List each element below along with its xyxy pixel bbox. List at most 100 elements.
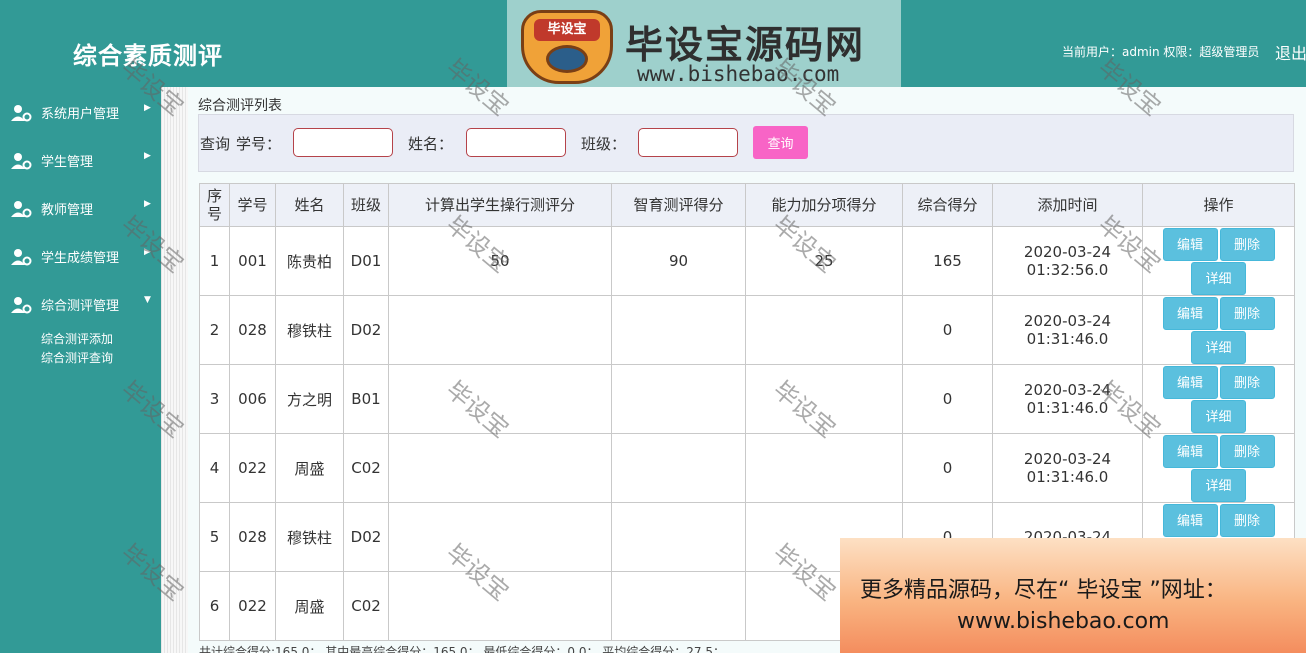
- cell-no: 5: [199, 502, 230, 572]
- cell-student-id: 028: [229, 295, 276, 365]
- app-title: 综合素质测评: [73, 41, 223, 70]
- delete-button[interactable]: 删除: [1219, 503, 1275, 537]
- cell-student-id: 006: [229, 364, 276, 434]
- cell-no: 3: [199, 364, 230, 434]
- chevron-right-icon: ▶: [144, 247, 151, 257]
- current-user-info: 当前用户：admin 权限：超级管理员: [1062, 45, 1260, 59]
- cell-ability-score: 25: [745, 226, 903, 296]
- sidebar-subitem-evaluation-query[interactable]: 综合测评查询: [41, 349, 113, 366]
- column-header: 姓名: [275, 183, 344, 227]
- cell-actions: 编辑删除 详细: [1142, 226, 1295, 296]
- cell-no: 4: [199, 433, 230, 503]
- edit-button[interactable]: 编辑: [1162, 503, 1218, 537]
- class-label: 班级：: [581, 135, 627, 153]
- user-gear-icon: [11, 201, 32, 218]
- added-date: 2020-03-24: [1023, 381, 1112, 399]
- logo-badge-text: 毕设宝: [534, 19, 600, 41]
- sidebar-item-teachers[interactable]: 教师管理 ▶: [0, 189, 161, 225]
- name-input[interactable]: [466, 128, 566, 157]
- sidebar-item-evaluation[interactable]: 综合测评管理 ▼: [0, 285, 161, 321]
- delete-button[interactable]: 删除: [1219, 365, 1275, 399]
- edit-button[interactable]: 编辑: [1162, 365, 1218, 399]
- edit-button[interactable]: 编辑: [1162, 227, 1218, 261]
- cell-actions: 编辑删除 详细: [1142, 295, 1295, 365]
- column-header: 能力加分项得分: [745, 183, 903, 227]
- cell-intel-score: [611, 433, 746, 503]
- promo-url: www.bishebao.com: [957, 609, 1170, 634]
- cell-student-id: 028: [229, 502, 276, 572]
- frame-divider[interactable]: [161, 87, 188, 653]
- student-id-input[interactable]: [293, 128, 393, 157]
- detail-button[interactable]: 详细: [1191, 468, 1246, 502]
- column-header: 操作: [1142, 183, 1295, 227]
- added-date: 2020-03-24: [1023, 450, 1112, 468]
- class-input[interactable]: [638, 128, 738, 157]
- score-summary: 共计综合得分:165.0； 其中最高综合得分：165.0； 最低综合得分：0.0…: [199, 645, 725, 653]
- column-header: 班级: [343, 183, 389, 227]
- cell-student-id: 022: [229, 571, 276, 641]
- delete-button[interactable]: 删除: [1219, 434, 1275, 468]
- detail-button[interactable]: 详细: [1191, 330, 1246, 364]
- cell-conduct-score: [388, 364, 612, 434]
- cell-name: 周盛: [275, 433, 344, 503]
- column-header: 序号: [199, 183, 230, 227]
- sidebar-item-system-users[interactable]: 系统用户管理 ▶: [0, 93, 161, 129]
- delete-button[interactable]: 删除: [1219, 227, 1275, 261]
- table-row: 2 028 穆铁柱 D02 0 2020-03-24 01:31:46.0 编辑删…: [199, 295, 1295, 365]
- cell-intel-score: [611, 295, 746, 365]
- cell-added-time: 2020-03-24 01:31:46.0: [992, 433, 1143, 503]
- column-header: 计算出学生操行测评分: [388, 183, 612, 227]
- sidebar-item-label: 学生成绩管理: [41, 251, 120, 266]
- delete-button[interactable]: 删除: [1219, 296, 1275, 330]
- edit-button[interactable]: 编辑: [1162, 434, 1218, 468]
- promo-banner: 更多精品源码，尽在“ 毕设宝 ”网址： www.bishebao.com: [840, 538, 1306, 653]
- cell-conduct-score: 50: [388, 226, 612, 296]
- user-gear-icon: [11, 153, 32, 170]
- column-header: 智育测评得分: [611, 183, 746, 227]
- cell-intel-score: [611, 571, 746, 641]
- cell-name: 穆铁柱: [275, 295, 344, 365]
- logo-title: 毕设宝源码网: [625, 23, 866, 67]
- column-header: 添加时间: [992, 183, 1143, 227]
- logo-url: www.bishebao.com: [637, 62, 840, 86]
- cell-intel-score: [611, 502, 746, 572]
- added-date: 2020-03-24: [1023, 243, 1112, 261]
- cell-no: 2: [199, 295, 230, 365]
- page-title: 综合测评列表: [198, 98, 282, 114]
- table-row: 1 001 陈贵柏 D01 50 90 25 165 2020-03-24 01:…: [199, 226, 1295, 296]
- cell-ability-score: [745, 364, 903, 434]
- cell-ability-score: [745, 433, 903, 503]
- cell-actions: 编辑删除 详细: [1142, 364, 1295, 434]
- cell-class: D01: [343, 226, 389, 296]
- table-row: 4 022 周盛 C02 0 2020-03-24 01:31:46.0 编辑 删除…: [199, 433, 1295, 503]
- cell-total-score: 0: [902, 364, 993, 434]
- cell-ability-score: [745, 295, 903, 365]
- cell-name: 穆铁柱: [275, 502, 344, 572]
- detail-button[interactable]: 详细: [1191, 399, 1246, 433]
- sidebar-item-label: 学生管理: [41, 155, 94, 170]
- cell-name: 周盛: [275, 571, 344, 641]
- edit-button[interactable]: 编辑: [1162, 296, 1218, 330]
- detail-button[interactable]: 详细: [1191, 261, 1246, 295]
- cell-total-score: 165: [902, 226, 993, 296]
- search-bar: 查询 学号： 姓名： 班级： 查询: [198, 114, 1294, 172]
- sidebar-item-students[interactable]: 学生管理 ▶: [0, 141, 161, 177]
- chevron-down-icon: ▼: [144, 295, 151, 305]
- cell-name: 方之明: [275, 364, 344, 434]
- added-clock: 01:32:56.0: [1026, 261, 1109, 279]
- promo-headline: 更多精品源码，尽在“ 毕设宝 ”网址：: [860, 578, 1227, 603]
- chevron-right-icon: ▶: [144, 151, 151, 161]
- table-row: 3 006 方之明 B01 0 2020-03-24 01:31:46.0 编辑删…: [199, 364, 1295, 434]
- cell-class: C02: [343, 433, 389, 503]
- cell-conduct-score: [388, 433, 612, 503]
- search-prefix-label: 查询: [200, 135, 231, 153]
- search-button[interactable]: 查询: [753, 126, 808, 159]
- sidebar-subitem-evaluation-add[interactable]: 综合测评添加: [41, 330, 113, 347]
- table-header-row: 序号 学号 姓名 班级 计算出学生操行测评分 智育测评得分 能力加分项得分 综合…: [199, 183, 1295, 227]
- cell-conduct-score: [388, 571, 612, 641]
- sidebar-item-student-scores[interactable]: 学生成绩管理 ▶: [0, 237, 161, 273]
- logout-link[interactable]: 退出: [1275, 40, 1306, 64]
- user-gear-icon: [11, 297, 32, 314]
- name-label: 姓名：: [408, 135, 454, 153]
- cell-total-score: 0: [902, 295, 993, 365]
